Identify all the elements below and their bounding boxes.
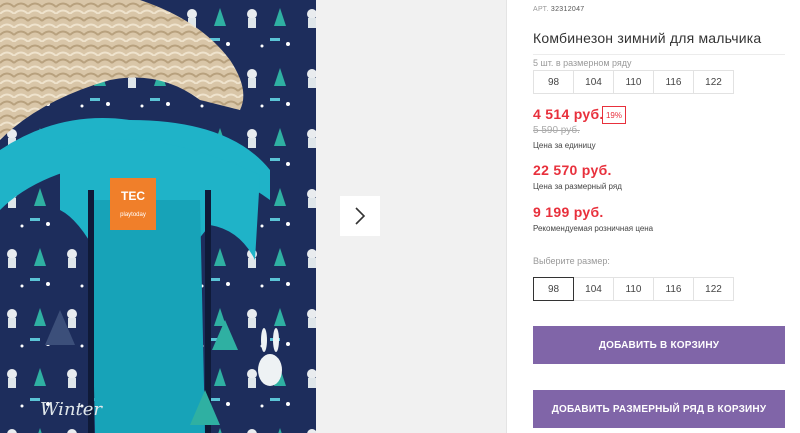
size-row-cell: 98 <box>533 70 574 94</box>
product-info: АРТ. 32312047 Комбинезон зимний для маль… <box>533 0 793 433</box>
add-to-cart-button[interactable]: ДОБАВИТЬ В КОРЗИНУ <box>533 326 785 364</box>
add-size-row-to-cart-button[interactable]: ДОБАВИТЬ РАЗМЕРНЫЙ РЯД В КОРЗИНУ <box>533 390 785 428</box>
product-photo[interactable]: TEC playtoday Winter <box>0 0 316 433</box>
size-option-98[interactable]: 98 <box>533 277 574 301</box>
chevron-right-icon <box>355 207 366 225</box>
size-row-cell: 122 <box>693 70 734 94</box>
print-text: Winter <box>40 399 103 420</box>
size-option-122[interactable]: 122 <box>693 277 734 301</box>
size-selector: 98 104 110 116 122 <box>533 277 734 301</box>
size-row-cell: 104 <box>573 70 614 94</box>
size-row-cell: 116 <box>653 70 694 94</box>
product-title: Комбинезон зимний для мальчика <box>533 30 762 46</box>
gallery-divider <box>506 0 507 433</box>
size-row-note: 5 шт. в размерном ряду <box>533 58 632 68</box>
retail-price: 9 199 руб. <box>533 204 604 220</box>
article-label: АРТ. <box>533 6 549 13</box>
article-value: 32312047 <box>550 6 585 13</box>
size-row-cell: 110 <box>613 70 654 94</box>
size-option-104[interactable]: 104 <box>573 277 614 301</box>
size-row-divider <box>533 54 785 55</box>
brand-label-text: TEC <box>121 189 145 203</box>
article-number: АРТ. 32312047 <box>533 6 584 13</box>
size-row-price: 22 570 руб. <box>533 162 612 178</box>
choose-size-label: Выберите размер: <box>533 256 610 266</box>
retail-price-label: Рекомендуемая розничная цена <box>533 224 654 233</box>
unit-price: 4 514 руб. <box>533 106 604 122</box>
product-gallery: TEC playtoday Winter <box>0 0 506 433</box>
unit-price-label: Цена за единицу <box>533 141 596 150</box>
size-row-list: 98 104 110 116 122 <box>533 70 734 94</box>
discount-badge: 19% <box>602 106 626 124</box>
size-option-110[interactable]: 110 <box>613 277 654 301</box>
size-row-price-label: Цена за размерный ряд <box>533 182 622 191</box>
brand-label-tag: playtoday <box>120 212 146 218</box>
jacket-illustration: TEC playtoday Winter <box>0 0 316 433</box>
size-option-116[interactable]: 116 <box>653 277 694 301</box>
old-price: 5 590 руб. <box>533 125 580 136</box>
next-image-button[interactable] <box>340 196 380 236</box>
